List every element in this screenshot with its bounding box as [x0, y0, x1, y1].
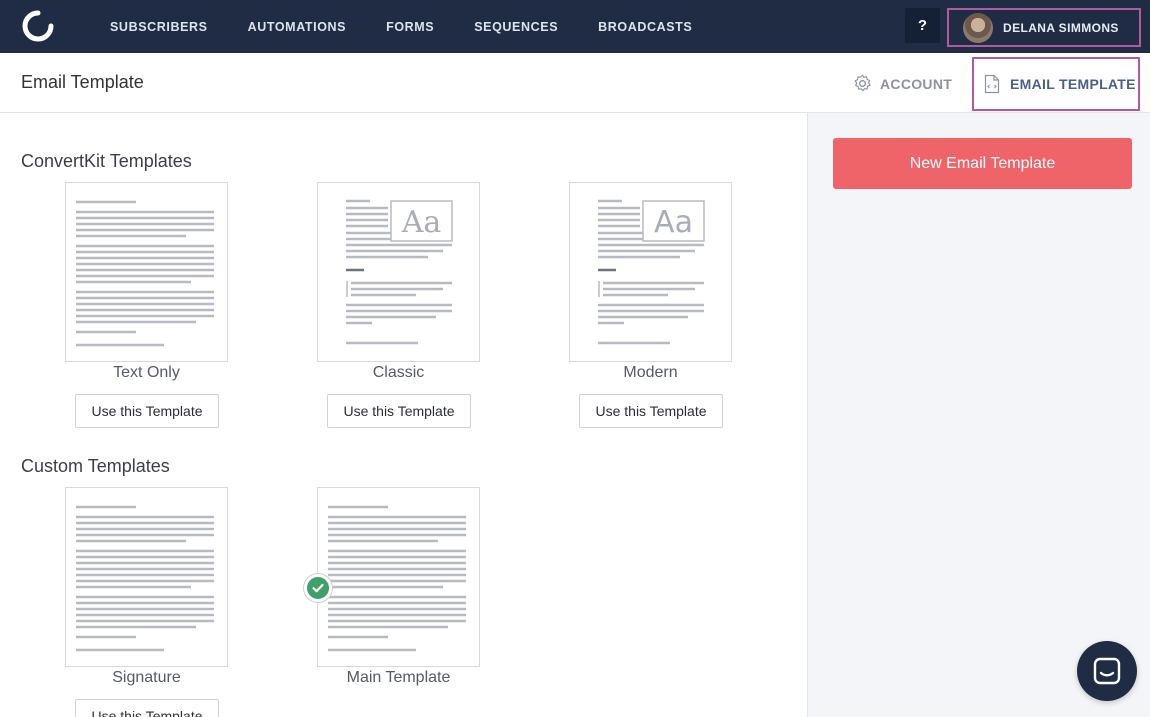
gear-icon	[854, 74, 871, 92]
tab-email-template-label: EMAIL TEMPLATE	[1010, 76, 1136, 92]
template-preview: Aa	[346, 199, 453, 345]
use-template-button[interactable]: Use this Template	[327, 394, 471, 428]
chat-icon	[1093, 657, 1121, 685]
nav-automations[interactable]: AUTOMATIONS	[248, 20, 347, 34]
template-label: Main Template	[346, 669, 451, 686]
template-card-classic[interactable]: Aa	[317, 182, 480, 362]
page-header: Email Template ACCOUNT EMAIL TEMPLATE	[0, 53, 1150, 113]
user-name: DELANA SIMMONS	[1003, 20, 1119, 35]
main-content: ConvertKit Templates Text Only Use this …	[0, 113, 807, 717]
template-preview	[76, 200, 214, 347]
tab-account-label: ACCOUNT	[880, 75, 953, 92]
template-card-text-only[interactable]	[65, 182, 228, 362]
tab-account[interactable]: ACCOUNT	[852, 73, 952, 94]
convertkit-templates-heading: ConvertKit Templates	[21, 151, 192, 171]
sidebar: New Email Template	[807, 113, 1150, 717]
convertkit-logo-icon[interactable]	[20, 9, 56, 43]
page-title: Email Template	[21, 72, 144, 92]
template-preview	[76, 505, 214, 652]
chat-launcher-button[interactable]	[1077, 641, 1137, 701]
template-label: Modern	[623, 364, 678, 381]
preview-aa-text: Aa	[654, 205, 693, 240]
avatar	[963, 12, 993, 43]
nav-broadcasts[interactable]: BROADCASTS	[598, 20, 692, 34]
custom-templates-heading: Custom Templates	[21, 456, 170, 476]
preview-aa-text: Aa	[401, 205, 442, 240]
use-template-button[interactable]: Use this Template	[75, 699, 219, 717]
new-email-template-button[interactable]: New Email Template	[833, 138, 1132, 189]
top-navbar: SUBSCRIBERS AUTOMATIONS FORMS SEQUENCES …	[0, 0, 1150, 53]
nav-subscribers[interactable]: SUBSCRIBERS	[110, 20, 208, 34]
template-preview: Aa	[598, 199, 705, 345]
template-label: Signature	[112, 669, 181, 686]
user-menu[interactable]: DELANA SIMMONS	[947, 8, 1141, 47]
template-card-signature[interactable]	[65, 487, 228, 667]
template-label: Classic	[372, 364, 425, 381]
use-template-button[interactable]: Use this Template	[579, 394, 723, 428]
template-preview	[328, 505, 466, 652]
nav-sequences[interactable]: SEQUENCES	[474, 20, 558, 34]
template-card-main-template[interactable]	[317, 487, 480, 667]
main-nav: SUBSCRIBERS AUTOMATIONS FORMS SEQUENCES …	[110, 0, 732, 53]
template-label: Text Only	[113, 364, 180, 381]
selected-check-icon	[304, 574, 332, 602]
help-button[interactable]: ?	[905, 8, 940, 43]
document-icon	[984, 74, 1000, 94]
use-template-button[interactable]: Use this Template	[75, 394, 219, 428]
tab-email-template[interactable]: EMAIL TEMPLATE	[972, 57, 1140, 111]
template-card-modern[interactable]: Aa	[569, 182, 732, 362]
nav-forms[interactable]: FORMS	[386, 20, 434, 34]
